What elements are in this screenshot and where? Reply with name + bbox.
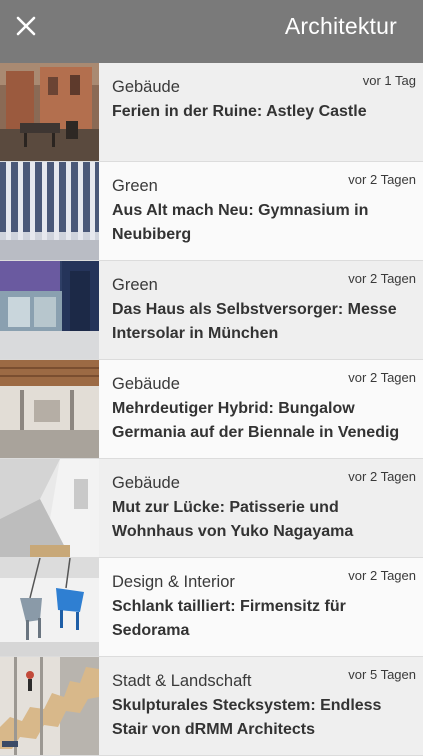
article-item[interactable]: Gebäude vor 1 Tag Ferien in der Ruine: A… <box>0 63 423 162</box>
article-thumbnail <box>0 360 99 458</box>
article-thumbnail <box>0 162 99 260</box>
article-item[interactable]: Gebäude vor 2 Tagen Mut zur Lücke: Patis… <box>0 459 423 558</box>
article-category: Green <box>112 177 158 195</box>
article-list: Gebäude vor 1 Tag Ferien in der Ruine: A… <box>0 63 423 756</box>
article-item[interactable]: Design & Interior vor 2 Tagen Schlank ta… <box>0 558 423 657</box>
article-headline: Schlank tailliert: Firmensitz für Sedora… <box>112 598 346 639</box>
article-time: vor 2 Tagen <box>348 370 416 385</box>
article-headline: Mehrdeutiger Hybrid: Bungalow Germania a… <box>112 400 400 441</box>
page-title: Architektur <box>284 13 397 39</box>
article-time: vor 2 Tagen <box>348 172 416 187</box>
article-headline: Das Haus als Selbstversorger: Messe Inte… <box>112 301 397 342</box>
article-thumbnail <box>0 261 99 359</box>
article-category: Green <box>112 276 158 294</box>
article-thumbnail <box>0 657 99 755</box>
article-headline: Ferien in der Ruine: Astley Castle <box>112 103 367 120</box>
article-headline: Aus Alt mach Neu: Gymnasium in Neubiberg <box>112 202 369 243</box>
article-time: vor 5 Tagen <box>348 667 416 682</box>
article-category: Gebäude <box>112 474 180 492</box>
article-category: Gebäude <box>112 375 180 393</box>
article-thumbnail <box>0 459 99 557</box>
article-item[interactable]: Gebäude vor 2 Tagen Mehrdeutiger Hybrid:… <box>0 360 423 459</box>
close-icon <box>16 16 36 36</box>
article-category: Design & Interior <box>112 573 235 591</box>
article-item[interactable]: Stadt & Landschaft vor 5 Tagen Skulptura… <box>0 657 423 756</box>
article-time: vor 2 Tagen <box>348 568 416 583</box>
article-time: vor 2 Tagen <box>348 271 416 286</box>
top-bar: Architektur <box>0 0 423 63</box>
article-headline: Mut zur Lücke: Patisserie und Wohnhaus v… <box>112 499 354 540</box>
close-button[interactable] <box>8 8 44 44</box>
article-category: Stadt & Landschaft <box>112 672 252 690</box>
article-thumbnail <box>0 63 99 161</box>
article-item[interactable]: Green vor 2 Tagen Aus Alt mach Neu: Gymn… <box>0 162 423 261</box>
article-time: vor 1 Tag <box>362 73 416 88</box>
article-thumbnail <box>0 558 99 656</box>
article-time: vor 2 Tagen <box>348 469 416 484</box>
article-category: Gebäude <box>112 78 180 96</box>
article-headline: Skulpturales Stecksystem: Endless Stair … <box>112 697 382 738</box>
article-item[interactable]: Green vor 2 Tagen Das Haus als Selbstver… <box>0 261 423 360</box>
